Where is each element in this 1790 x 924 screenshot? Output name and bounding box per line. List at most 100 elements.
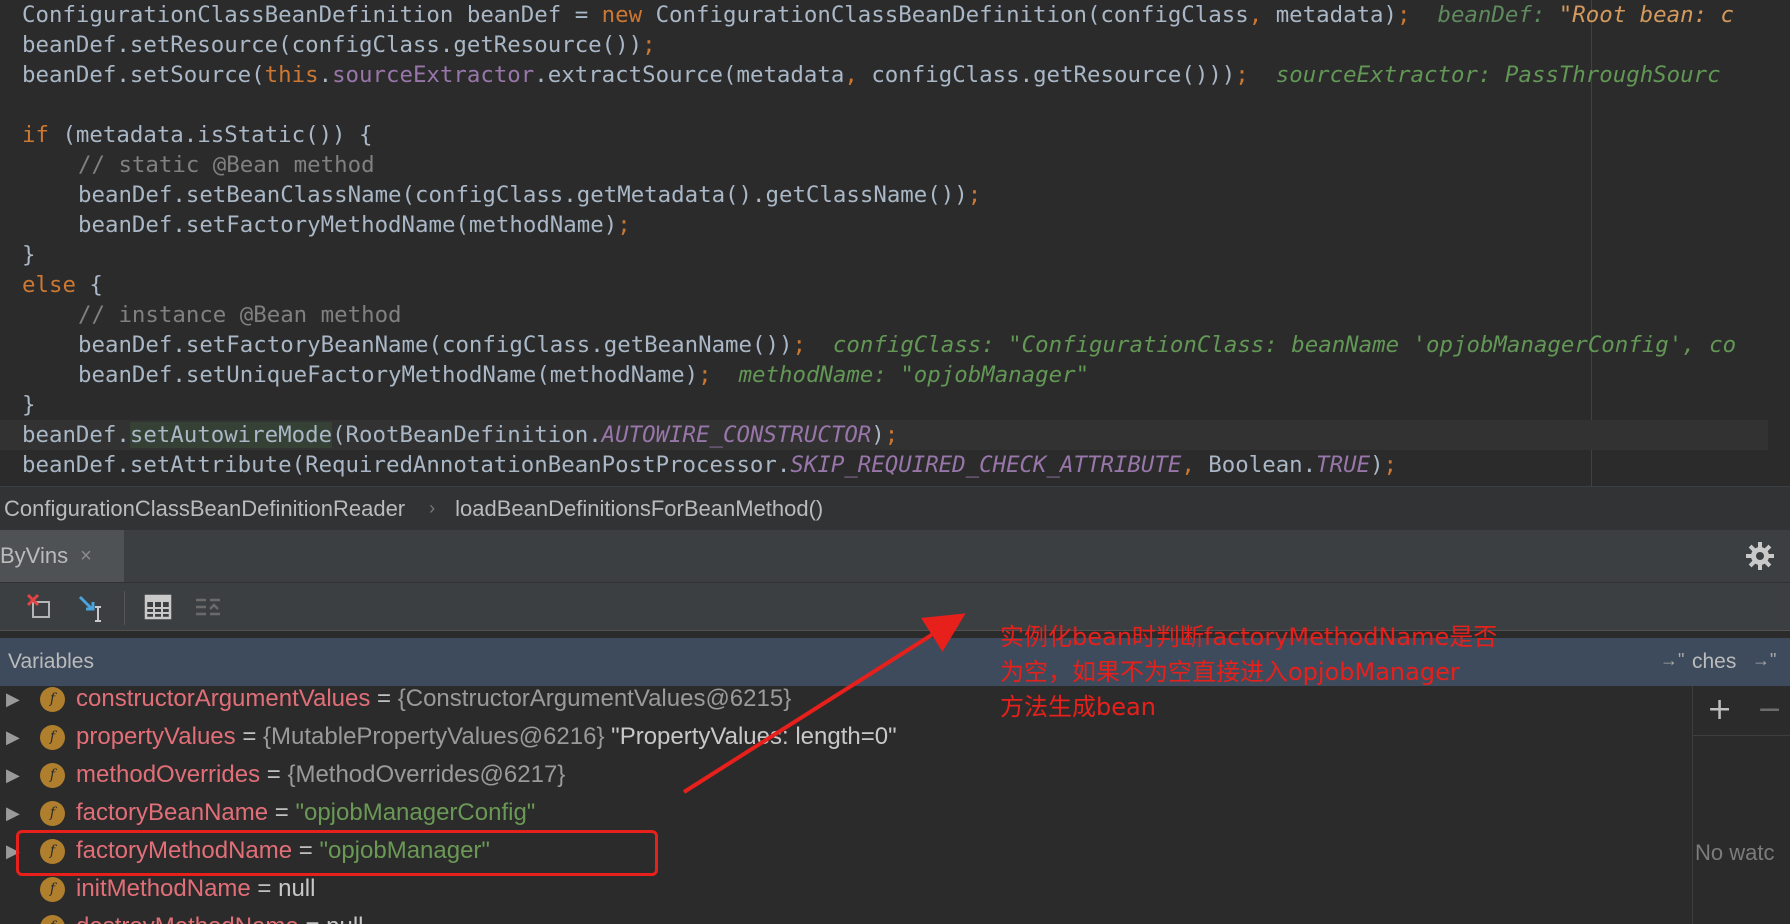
code-editor[interactable]: ConfigurationClassBeanDefinition beanDef…: [0, 0, 1790, 486]
toolbar-separator: [124, 591, 125, 625]
code-line[interactable]: }: [22, 240, 1790, 270]
variable-text: propertyValues = {MutablePropertyValues@…: [76, 718, 897, 756]
variable-equals: =: [235, 723, 264, 750]
expand-arrow-icon[interactable]: ▶: [6, 794, 20, 832]
code-token: beanDef.setBeanClassName(configClass.get…: [78, 182, 968, 208]
step-into-icon[interactable]: [76, 591, 108, 623]
variable-row[interactable]: ▶ f factoryBeanName = "opjobManagerConfig": [0, 794, 1692, 832]
code-line[interactable]: beanDef.setResource(configClass.getResou…: [22, 30, 1790, 60]
code-token: ConfigurationClassBeanDefinition beanDef…: [22, 2, 602, 28]
variable-name: factoryBeanName: [76, 799, 269, 826]
debug-tab-bar: ByVins ×: [0, 530, 1790, 582]
variable-name: destroyMethodName: [76, 913, 299, 924]
code-line[interactable]: // instance @Bean method: [78, 300, 1790, 330]
variable-equals: =: [370, 686, 398, 712]
code-token: beanDef.: [22, 422, 130, 448]
code-token: TRUE: [1316, 452, 1371, 478]
code-token: sourceExtractor: [332, 62, 535, 88]
add-watch-button[interactable]: +: [1707, 692, 1732, 727]
code-line[interactable]: beanDef.setUniqueFactoryMethodName(metho…: [78, 360, 1790, 390]
code-token: setAutowireMode: [129, 422, 333, 448]
code-token: .extractSource(metadata: [534, 62, 845, 88]
code-line[interactable]: else {: [22, 270, 1790, 300]
variable-ref: {ConstructorArgumentValues@6215}: [397, 686, 792, 712]
evaluate-table-icon[interactable]: [142, 591, 174, 623]
gear-icon[interactable]: [1744, 540, 1776, 572]
code-line[interactable]: [22, 90, 1790, 120]
code-token: ;: [967, 182, 982, 208]
debug-session-tab[interactable]: ByVins ×: [0, 530, 124, 582]
restore-layout-icon[interactable]: [24, 591, 56, 623]
field-badge-icon: f: [40, 877, 65, 902]
code-token: (metadata.isStatic()) {: [62, 122, 373, 148]
code-line[interactable]: }: [22, 390, 1790, 420]
code-token: configClass.getResource())): [871, 62, 1236, 88]
variable-equals: =: [299, 913, 326, 924]
variable-name: constructorArgumentValues: [76, 686, 371, 712]
code-token: // instance @Bean method: [78, 302, 402, 328]
code-token: (RootBeanDefinition.: [332, 422, 602, 448]
variable-value: null: [326, 913, 363, 924]
code-token: "Root bean: c: [1558, 2, 1735, 28]
variable-ref: {MutablePropertyValues@6216}: [263, 723, 605, 750]
variables-pin-icon[interactable]: →": [1660, 650, 1684, 671]
code-token: new: [601, 2, 656, 28]
code-token: this: [264, 62, 319, 88]
code-token: beanDef.setUniqueFactoryMethodName(metho…: [78, 362, 699, 388]
code-line[interactable]: beanDef.setBeanClassName(configClass.get…: [78, 180, 1790, 210]
variable-name: propertyValues: [76, 723, 236, 750]
breadcrumb: ConfigurationClassBeanDefinitionReader ›…: [0, 486, 1790, 530]
code-token: SKIP_REQUIRED_CHECK_ATTRIBUTE: [790, 452, 1182, 478]
code-token: beanDef.setAttribute(RequiredAnnotationB…: [22, 452, 791, 478]
variable-equals: =: [260, 761, 288, 788]
variable-row[interactable]: ▶ f methodOverrides = {MethodOverrides@621…: [0, 756, 1692, 794]
code-line[interactable]: // static @Bean method: [78, 150, 1790, 180]
code-line[interactable]: beanDef.setFactoryBeanName(configClass.g…: [78, 330, 1790, 360]
expand-arrow-icon[interactable]: ▶: [6, 686, 20, 718]
breadcrumb-class[interactable]: ConfigurationClassBeanDefinitionReader: [4, 496, 405, 522]
code-token: }: [22, 392, 36, 418]
remove-watch-button[interactable]: −: [1757, 692, 1782, 727]
disabled-list-icon[interactable]: [192, 591, 224, 623]
code-token: ;: [698, 362, 739, 388]
code-token: beanDef:: [1437, 2, 1559, 28]
code-line[interactable]: beanDef.setAttribute(RequiredAnnotationB…: [22, 450, 1790, 480]
field-badge-icon: f: [40, 763, 65, 788]
variable-ref: {MethodOverrides@6217}: [287, 761, 566, 788]
breadcrumb-method[interactable]: loadBeanDefinitionsForBeanMethod(): [455, 496, 823, 522]
code-token: sourceExtractor: PassThroughSourc: [1275, 62, 1721, 88]
expand-arrow-icon[interactable]: ▶: [6, 756, 20, 794]
watches-toolbar: + −: [1693, 686, 1790, 736]
code-line[interactable]: if (metadata.isStatic()) {: [22, 120, 1790, 150]
code-line[interactable]: ConfigurationClassBeanDefinition beanDef…: [22, 0, 1790, 30]
code-token: Boolean.: [1208, 452, 1317, 478]
variable-row[interactable]: f destroyMethodName = null: [0, 908, 1692, 924]
code-token: methodName: "opjobManager": [738, 362, 1090, 388]
field-badge-icon: f: [40, 801, 65, 826]
breadcrumb-separator: ›: [429, 498, 436, 518]
variable-equals: =: [250, 875, 279, 902]
variable-text: destroyMethodName = null: [76, 908, 364, 924]
field-badge-icon: f: [40, 725, 65, 750]
variable-name: methodOverrides: [76, 761, 261, 788]
code-token: beanDef.setFactoryMethodName(methodName): [78, 212, 618, 238]
close-tab-icon[interactable]: ×: [80, 545, 92, 568]
watches-pin-icon[interactable]: →": [1752, 650, 1776, 671]
code-token: if: [22, 122, 63, 148]
expand-arrow-icon[interactable]: ▶: [6, 718, 20, 756]
code-token: ,: [1181, 452, 1209, 478]
code-line[interactable]: beanDef.setFactoryMethodName(methodName)…: [78, 210, 1790, 240]
code-token: ;: [1383, 452, 1398, 478]
code-token: beanDef.setSource(: [22, 62, 265, 88]
variable-value: "PropertyValues: length=0": [604, 723, 897, 750]
code-line[interactable]: beanDef.setAutowireMode(RootBeanDefiniti…: [0, 420, 1768, 450]
code-token: .: [318, 62, 333, 88]
variable-text: constructorArgumentValues = {Constructor…: [76, 686, 791, 718]
annotation-highlight-box: [16, 830, 658, 876]
variable-name: initMethodName: [76, 875, 251, 902]
watches-empty-text: No watc: [1695, 840, 1775, 865]
code-line[interactable]: beanDef.setSource(this.sourceExtractor.e…: [22, 60, 1790, 90]
code-token: ;: [617, 212, 631, 238]
code-token: {: [89, 272, 103, 298]
code-token: // static @Bean method: [78, 152, 375, 178]
